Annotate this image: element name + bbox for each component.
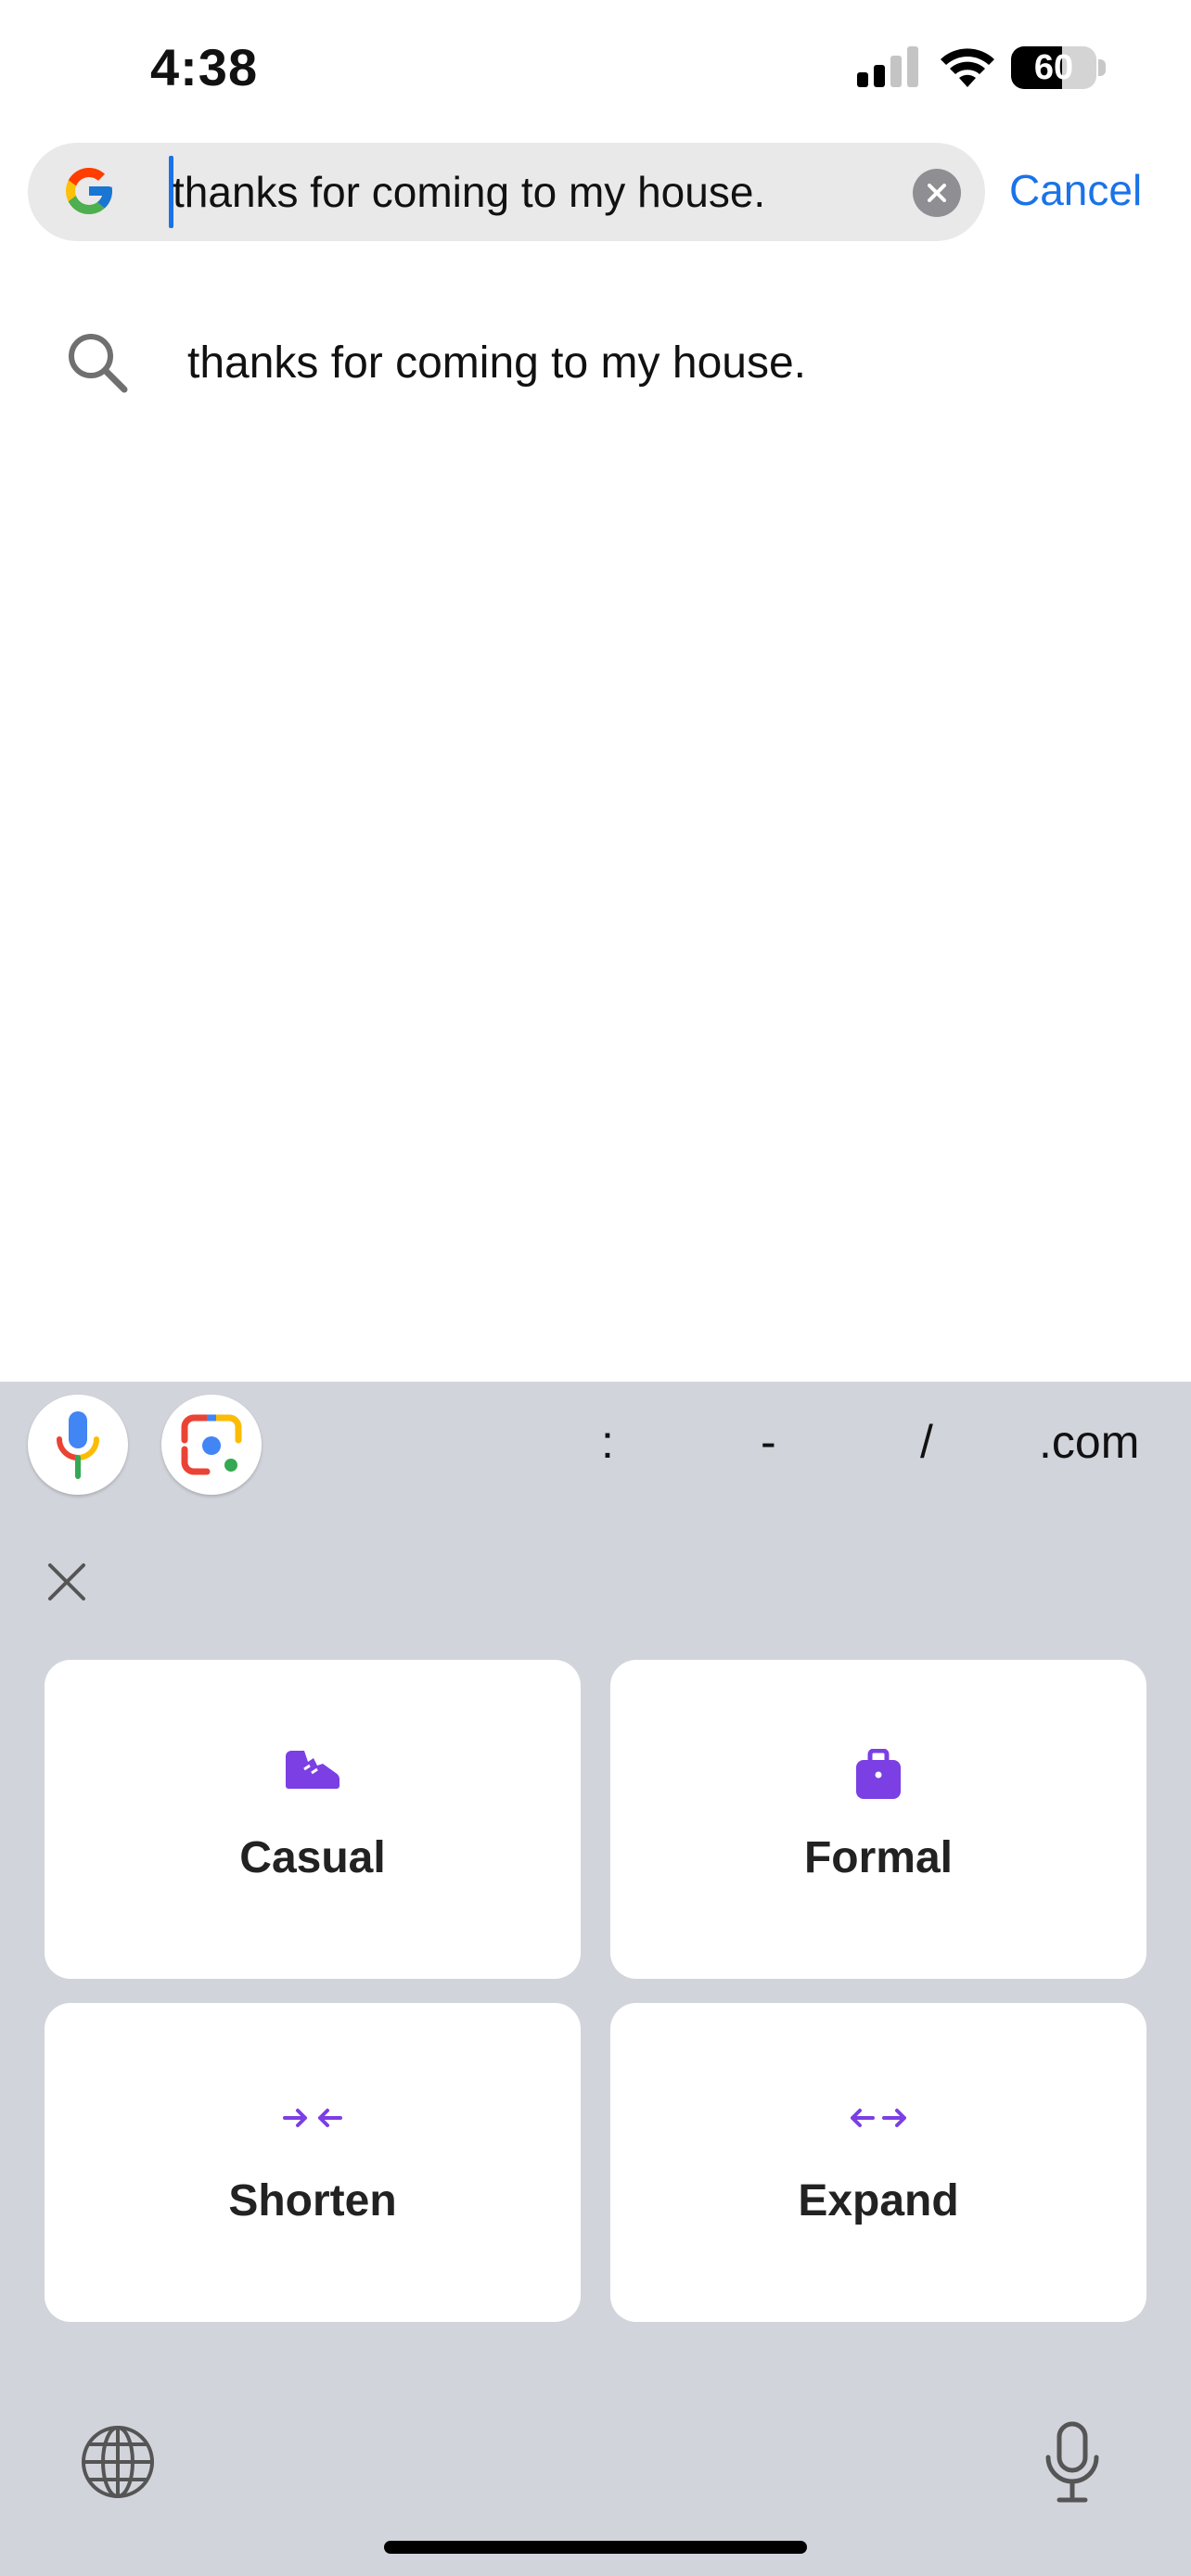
shorten-label: Shorten: [228, 2176, 397, 2225]
battery-tip: [1098, 59, 1106, 76]
wifi-icon: [941, 48, 994, 87]
battery-level: 60: [1033, 48, 1074, 87]
status-time: 4:38: [150, 38, 259, 96]
globe-icon[interactable]: [80, 2424, 156, 2500]
search-input[interactable]: thanks for coming to my house.: [173, 167, 765, 217]
expand-button[interactable]: Expand: [610, 2003, 1146, 2322]
suggestion-text: thanks for coming to my house.: [187, 338, 806, 388]
cellular-signal-icon: [857, 46, 918, 87]
google-voice-mic-button[interactable]: [28, 1395, 128, 1495]
punct-dash-key[interactable]: -: [761, 1415, 776, 1469]
dictation-mic-icon[interactable]: [1043, 2420, 1102, 2504]
punct-slash-key[interactable]: /: [920, 1415, 933, 1469]
expand-label: Expand: [798, 2176, 959, 2225]
shorten-button[interactable]: Shorten: [45, 2003, 581, 2322]
search-icon: [69, 334, 128, 393]
battery-icon: 60: [1011, 46, 1096, 89]
punct-dotcom-key[interactable]: .com: [1039, 1415, 1139, 1469]
clear-button[interactable]: [913, 169, 961, 217]
punct-colon-key[interactable]: :: [601, 1415, 614, 1469]
casual-button[interactable]: Casual: [45, 1660, 581, 1979]
arrows-inward-icon: [283, 2109, 342, 2127]
google-lens-icon: [181, 1414, 242, 1475]
cancel-button[interactable]: Cancel: [1009, 165, 1142, 215]
briefcase-icon: [856, 1749, 901, 1799]
sneaker-icon: [286, 1751, 340, 1789]
formal-button[interactable]: Formal: [610, 1660, 1146, 1979]
keyboard-panel: [0, 1382, 1191, 2576]
close-icon[interactable]: [45, 1560, 89, 1604]
google-lens-button[interactable]: [161, 1395, 262, 1495]
clear-icon: [928, 184, 946, 202]
casual-label: Casual: [239, 1833, 386, 1882]
google-voice-mic-icon: [57, 1411, 99, 1479]
home-indicator[interactable]: [384, 2541, 807, 2554]
formal-label: Formal: [803, 1833, 954, 1882]
google-g-icon: [66, 168, 112, 214]
arrows-outward-icon: [851, 2109, 906, 2127]
